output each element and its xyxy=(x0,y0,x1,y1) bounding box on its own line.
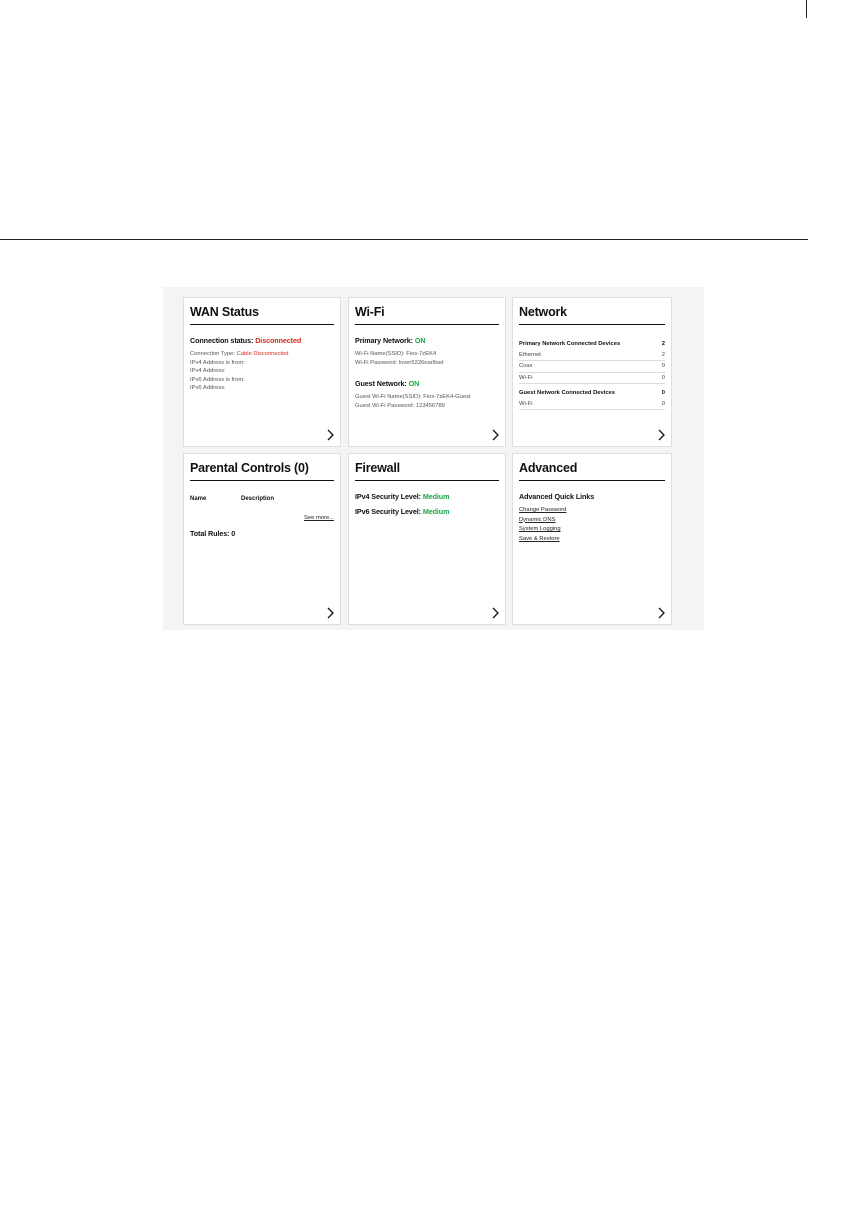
chevron-right-icon[interactable] xyxy=(326,429,335,441)
page-edge-mark xyxy=(806,0,807,18)
primary-password: Wi-Fi Password: lover5226ear8set xyxy=(355,359,444,366)
connection-status-value: Disconnected xyxy=(255,336,302,345)
advanced-title: Advanced xyxy=(519,461,665,481)
chevron-right-icon[interactable] xyxy=(657,607,666,619)
router-dashboard: WAN Status Connection status: Disconnect… xyxy=(163,287,704,630)
chevron-right-icon[interactable] xyxy=(491,607,500,619)
total-rules: Total Rules: 0 xyxy=(190,529,236,538)
network-card[interactable]: Network Primary Network Connected Device… xyxy=(512,297,672,447)
parental-controls-card[interactable]: Parental Controls (0) Name Description S… xyxy=(183,453,341,625)
primary-ssid: Wi-Fi Name(SSID): Fios-7zEK4 xyxy=(355,351,437,357)
guest-network-status: Guest Network: ON xyxy=(355,379,420,389)
primary-devices-header: Primary Network Connected Devices 2 xyxy=(519,341,665,347)
wifi-card[interactable]: Wi-Fi Primary Network: ON Wi-Fi Name(SSI… xyxy=(348,297,506,447)
guest-devices-header: Guest Network Connected Devices 0 xyxy=(519,390,665,396)
system-logging-link[interactable]: System Logging xyxy=(519,525,665,535)
change-password-link[interactable]: Change Password xyxy=(519,506,665,516)
dynamic-dns-link[interactable]: Dynamic DNS xyxy=(519,516,665,526)
ipv4-security-level: IPv4 Security Level: Medium xyxy=(355,492,450,501)
ipv6-from: IPv6 Address is from: xyxy=(190,376,245,383)
save-restore-link[interactable]: Save & Restore xyxy=(519,535,665,545)
connection-type: Connection Type: Cable Disconnected xyxy=(190,351,289,357)
wan-status-title: WAN Status xyxy=(190,305,334,325)
ipv6-security-level: IPv6 Security Level: Medium xyxy=(355,507,450,516)
parental-controls-title: Parental Controls (0) xyxy=(190,461,334,481)
firewall-card[interactable]: Firewall IPv4 Security Level: Medium IPv… xyxy=(348,453,506,625)
see-more-link[interactable]: See more... xyxy=(304,515,334,521)
chevron-right-icon[interactable] xyxy=(326,607,335,619)
primary-device-row: Ethernet 2 xyxy=(519,350,665,361)
chevron-right-icon[interactable] xyxy=(657,429,666,441)
page-divider xyxy=(0,239,808,240)
ipv6-address: IPv6 Address: xyxy=(190,385,226,392)
firewall-title: Firewall xyxy=(355,461,499,481)
network-title: Network xyxy=(519,305,665,325)
wan-status-card[interactable]: WAN Status Connection status: Disconnect… xyxy=(183,297,341,447)
guest-ssid: Guest Wi-Fi Name(SSID): Fios-7zEK4-Guest xyxy=(355,394,471,401)
connection-status: Connection status: Disconnected xyxy=(190,336,302,345)
chevron-right-icon[interactable] xyxy=(491,429,500,441)
primary-device-row: Coax 0 xyxy=(519,361,665,373)
primary-device-row: Wi-Fi 0 xyxy=(519,373,665,384)
rules-table-header: Name Description xyxy=(190,496,275,502)
primary-network-status: Primary Network: ON xyxy=(355,336,426,345)
quick-links-header: Advanced Quick Links xyxy=(519,492,595,501)
ipv4-from: IPv4 Address is from: xyxy=(190,359,245,366)
guest-password: Guest Wi-Fi Password: 123456789 xyxy=(355,402,445,409)
guest-device-row: Wi-Fi 0 xyxy=(519,399,665,410)
ipv4-address: IPv4 Address: xyxy=(190,368,226,375)
advanced-card[interactable]: Advanced Advanced Quick Links Change Pas… xyxy=(512,453,672,625)
wifi-title: Wi-Fi xyxy=(355,305,499,325)
